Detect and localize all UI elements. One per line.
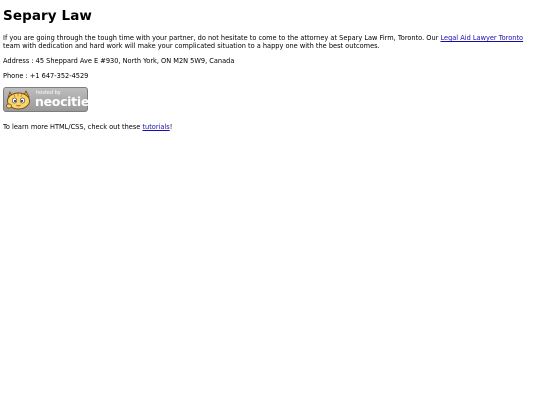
phone-text: Phone : +1 647-352-4529 [3,72,89,80]
footer-paragraph: To learn more HTML/CSS, check out these … [3,123,529,131]
intro-paragraph: If you are going through the tough time … [3,34,529,50]
legal-aid-lawyer-link[interactable]: Legal Aid Lawyer Toronto [440,34,523,42]
page-title: Separy Law [3,8,92,24]
footer-text-end: ! [169,123,173,131]
page-content: Separy Law If you are going through the … [3,8,529,138]
badge-brand-text: neocities [35,94,97,109]
address-text: Address : 45 Sheppard Ave E #930, North … [3,57,235,65]
tutorials-link[interactable]: tutorials [142,123,169,131]
neocities-badge[interactable]: hosted by neocities [3,87,96,112]
neocities-cat-icon [6,90,30,110]
intro-text-end: team with dedication and hard work will … [3,42,380,50]
intro-text-start: If you are going through the tough time … [3,34,441,42]
footer-text-start: To learn more HTML/CSS, check out these [3,123,143,131]
